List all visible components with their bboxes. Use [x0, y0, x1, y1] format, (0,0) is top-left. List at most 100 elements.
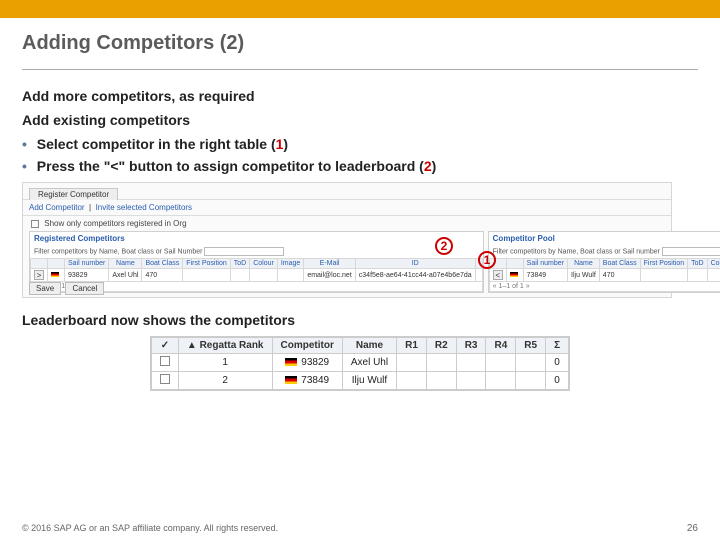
table-row[interactable]: 2 73849 Ilju Wulf 0 — [151, 372, 568, 390]
action-link-row: Add Competitor | Invite selected Competi… — [23, 199, 671, 216]
th[interactable]: Boat Class — [142, 259, 183, 269]
registered-panel-head: Registered Competitors — [30, 232, 483, 245]
th[interactable]: Colour — [707, 259, 720, 269]
th[interactable]: E-Mail — [304, 259, 355, 269]
th[interactable]: ToD — [688, 259, 707, 269]
pool-filter-input[interactable] — [662, 247, 720, 256]
cell-class: 470 — [599, 269, 640, 282]
footer: © 2016 SAP AG or an SAP affiliate compan… — [0, 516, 720, 540]
cell-name: Ilju Wulf — [568, 269, 600, 282]
page-title: Adding Competitors (2) — [22, 32, 698, 55]
table-header-row: Sail number Name Boat Class First Positi… — [31, 259, 483, 269]
table-row[interactable]: 1 93829 Axel Uhl 0 — [151, 354, 568, 372]
org-only-label: Show only competitors registered in Org — [44, 219, 186, 228]
cell-rank: 2 — [178, 372, 272, 390]
pool-table: Sail number Name Boat Class First Positi… — [489, 258, 720, 292]
th — [31, 259, 48, 269]
instruction-2-post: ) — [432, 158, 437, 174]
th[interactable]: Name — [109, 259, 142, 269]
save-button[interactable]: Save — [29, 282, 61, 295]
cell-email: email@loc.net — [304, 269, 355, 282]
cell-sail: 73849 — [523, 269, 567, 282]
cell-class: 470 — [142, 269, 183, 282]
leaderboard-screenshot: ✓ ▲ Regatta Rank Competitor Name R1 R2 R… — [22, 336, 698, 396]
bullet-icon: • — [22, 158, 27, 174]
add-competitor-link[interactable]: Add Competitor — [29, 203, 85, 212]
th-r2[interactable]: R2 — [426, 338, 456, 354]
th[interactable]: Sail number — [65, 259, 109, 269]
instruction-list: • Select competitor in the right table (… — [22, 136, 698, 174]
cell-rank: 1 — [178, 354, 272, 372]
table-row[interactable]: < 73849 Ilju Wulf 470 — [489, 269, 720, 282]
table-header-row: Sail number Name Boat Class First Positi… — [489, 259, 720, 269]
callout-ref-2: 2 — [424, 158, 432, 174]
callout-2: 2 — [435, 237, 453, 255]
register-competitor-screenshot: Register Competitor Add Competitor | Inv… — [22, 182, 672, 298]
move-right-button[interactable]: > — [34, 270, 44, 280]
th — [506, 259, 523, 269]
th-r1[interactable]: R1 — [397, 338, 427, 354]
instruction-item-1: • Select competitor in the right table (… — [22, 136, 698, 152]
tab-row: Register Competitor — [23, 183, 671, 199]
th-competitor[interactable]: Competitor — [272, 338, 342, 354]
leaderboard-table: ✓ ▲ Regatta Rank Competitor Name R1 R2 R… — [151, 337, 569, 390]
th[interactable]: First Position — [183, 259, 230, 269]
pool-filter-label: Filter competitors by Name, Boat class o… — [493, 248, 660, 255]
cell-name: Axel Uhl — [342, 354, 396, 372]
th-rank[interactable]: ▲ Regatta Rank — [178, 338, 272, 354]
th[interactable]: Sail number — [523, 259, 567, 269]
invite-selected-link[interactable]: Invite selected Competitors — [96, 203, 193, 212]
table-header-row: ✓ ▲ Regatta Rank Competitor Name R1 R2 R… — [151, 338, 568, 354]
th — [48, 259, 65, 269]
cell-sum: 0 — [546, 354, 569, 372]
th-sum[interactable]: Σ — [546, 338, 569, 354]
th[interactable]: Colour — [250, 259, 278, 269]
cell-sum: 0 — [546, 372, 569, 390]
pool-panel-head: Competitor Pool — [489, 232, 720, 245]
instruction-1-pre: Select competitor in the right table ( — [37, 136, 276, 152]
pool-filter-row: Filter competitors by Name, Boat class o… — [489, 245, 720, 258]
instruction-item-2: • Press the "<" button to assign competi… — [22, 158, 698, 174]
th[interactable]: Image — [277, 259, 303, 269]
th[interactable]: Boat Class — [599, 259, 640, 269]
table-pager-row: « 1–1 of 1 » — [489, 282, 720, 292]
result-text: Leaderboard now shows the competitors — [22, 312, 698, 328]
th-r5[interactable]: R5 — [516, 338, 546, 354]
competitor-pool-panel: Competitor Pool Filter competitors by Na… — [488, 231, 720, 293]
instruction-1-post: ) — [283, 136, 288, 152]
brand-bar — [0, 0, 720, 18]
separator — [22, 69, 698, 70]
copyright-text: © 2016 SAP AG or an SAP affiliate compan… — [22, 523, 278, 533]
cell-competitor: 73849 — [272, 372, 342, 390]
registered-filter-row: Filter competitors by Name, Boat class o… — [30, 245, 483, 258]
cell-id: c34f5e8-ae64-41cc44-a07e4b6e7da — [355, 269, 475, 282]
th[interactable]: ToD — [230, 259, 249, 269]
pager-next-icon[interactable]: » — [526, 283, 530, 290]
org-only-checkbox[interactable] — [31, 220, 39, 228]
cancel-button[interactable]: Cancel — [65, 282, 104, 295]
bullet-icon: • — [22, 136, 27, 152]
th[interactable]: First Position — [640, 259, 687, 269]
pager-prev-icon[interactable]: « — [493, 283, 497, 290]
th[interactable]: ID — [355, 259, 475, 269]
th-name[interactable]: Name — [342, 338, 396, 354]
cell-name: Ilju Wulf — [342, 372, 396, 390]
intro-1: Add more competitors, as required — [22, 88, 698, 104]
move-left-button[interactable]: < — [493, 270, 503, 280]
save-bar: Save Cancel — [29, 282, 106, 295]
th-r4[interactable]: R4 — [486, 338, 516, 354]
registered-filter-label: Filter competitors by Name, Boat class o… — [34, 248, 202, 255]
tab-register-competitor[interactable]: Register Competitor — [29, 188, 118, 200]
page-number: 26 — [687, 523, 698, 534]
cell-competitor: 93829 — [272, 354, 342, 372]
row-checkbox[interactable] — [160, 374, 170, 384]
th-check: ✓ — [151, 338, 178, 354]
intro-2: Add existing competitors — [22, 112, 698, 128]
pager-text: 1–1 of 1 — [499, 283, 524, 290]
th[interactable]: Name — [568, 259, 600, 269]
row-checkbox[interactable] — [160, 356, 170, 366]
table-row[interactable]: > 93829 Axel Uhl 470 email@loc.net c34f5… — [31, 269, 483, 282]
th-r3[interactable]: R3 — [456, 338, 486, 354]
cell-name: Axel Uhl — [109, 269, 142, 282]
registered-filter-input[interactable] — [204, 247, 284, 256]
